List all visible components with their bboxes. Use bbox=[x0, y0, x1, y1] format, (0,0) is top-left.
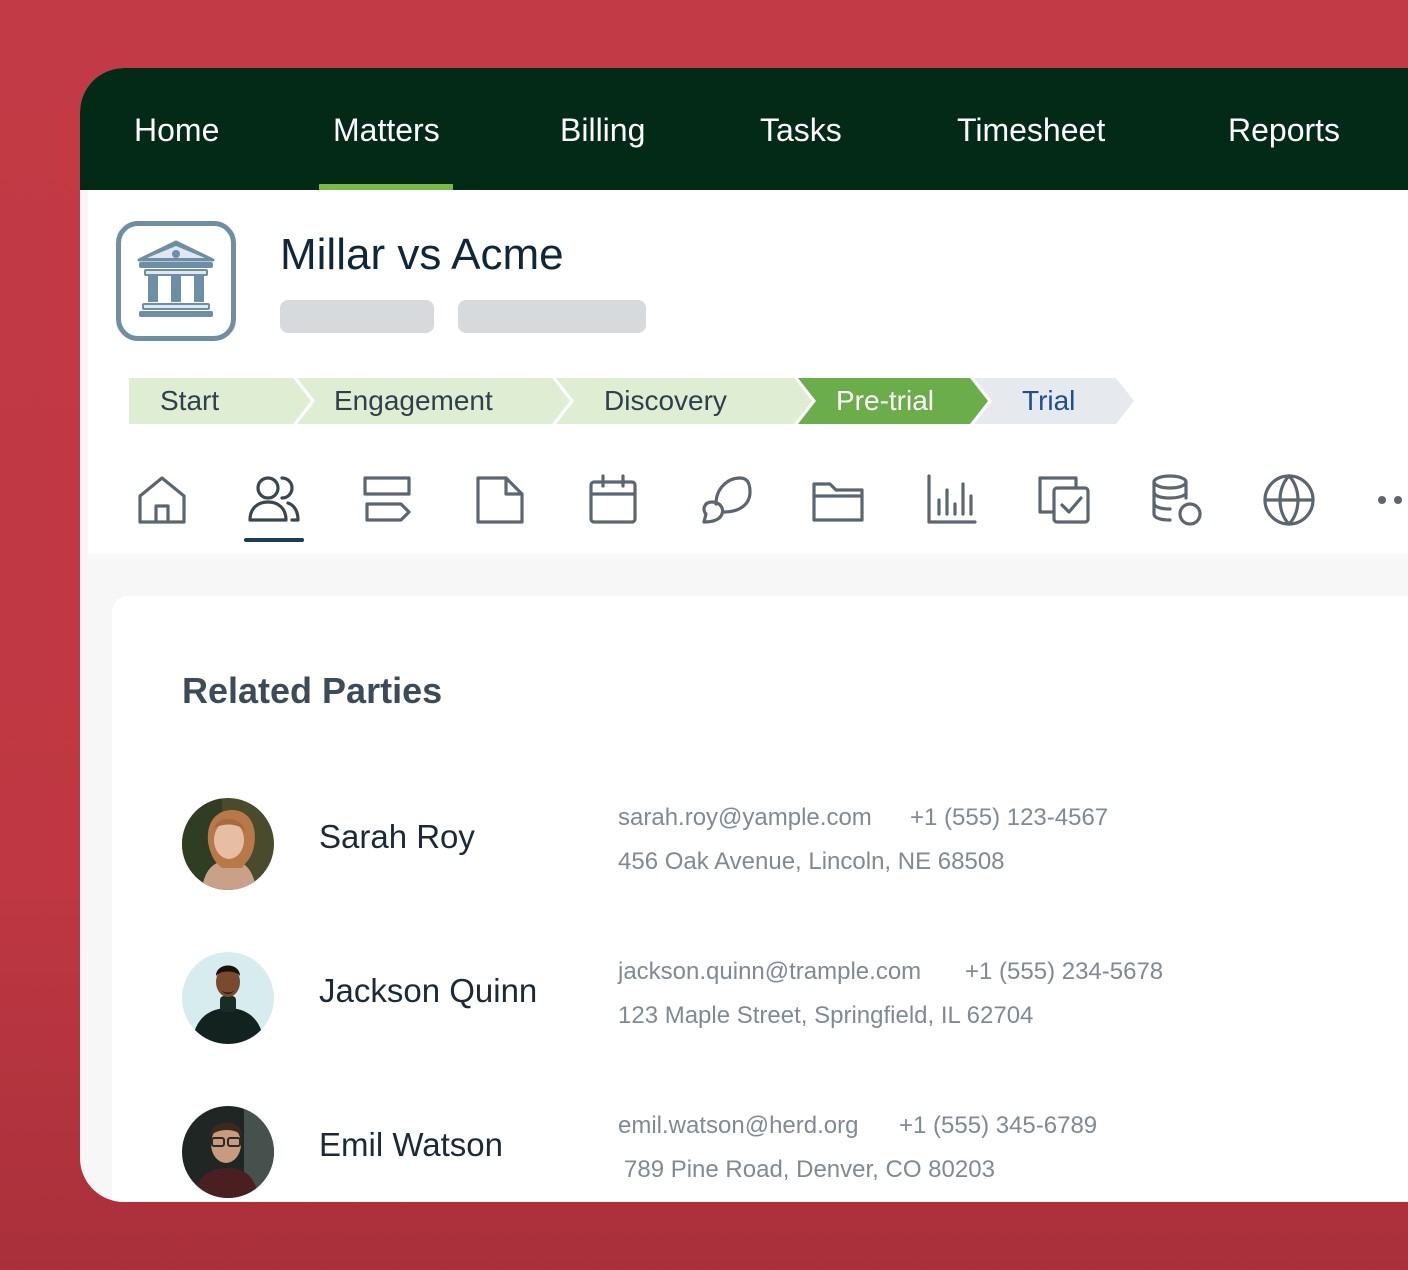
party-row[interactable]: Sarah Roy sarah.roy@yample.com +1 (555) … bbox=[182, 798, 1382, 894]
party-phone[interactable]: +1 (555) 345-6789 bbox=[899, 1112, 1097, 1140]
app-window: Home Matters Billing Tasks Timesheet Rep… bbox=[80, 68, 1408, 1202]
document-icon bbox=[476, 476, 524, 524]
stage-pipeline: Start Engagement Discovery Pre-trial Tri… bbox=[129, 378, 1139, 424]
stage-pre-trial[interactable]: Pre-trial bbox=[798, 378, 988, 424]
related-parties-card: Related Parties Sarah Roy sarah.roy@yamp… bbox=[112, 596, 1408, 1202]
stage-trial[interactable]: Trial bbox=[974, 378, 1134, 424]
globe-icon bbox=[1263, 474, 1315, 526]
party-address: 789 Pine Road, Denver, CO 80203 bbox=[624, 1156, 995, 1183]
party-name: Jackson Quinn bbox=[319, 972, 538, 1009]
party-email[interactable]: sarah.roy@yample.com bbox=[618, 804, 872, 832]
tool-people[interactable] bbox=[244, 470, 304, 542]
tool-coins[interactable] bbox=[1146, 470, 1206, 530]
avatar bbox=[182, 1106, 274, 1198]
calendar-icon bbox=[589, 474, 637, 524]
folder-icon bbox=[812, 482, 864, 522]
stage-engagement[interactable]: Engagement bbox=[297, 378, 570, 424]
tool-folder[interactable] bbox=[808, 470, 868, 530]
placeholder-tag bbox=[280, 300, 434, 333]
tool-document[interactable] bbox=[470, 470, 530, 530]
bar-chart-icon bbox=[927, 474, 977, 524]
stage-label: Engagement bbox=[334, 385, 493, 416]
coins-icon bbox=[1152, 474, 1202, 526]
courthouse-icon bbox=[137, 240, 215, 317]
party-name: Sarah Roy bbox=[319, 818, 475, 855]
party-address: 456 Oak Avenue, Lincoln, NE 68508 bbox=[618, 848, 1005, 875]
party-row[interactable]: Jackson Quinn jackson.quinn@trample.com … bbox=[182, 952, 1382, 1048]
tool-home[interactable] bbox=[132, 470, 192, 530]
matter-header: Millar vs Acme Start Engagement Discover… bbox=[88, 190, 1408, 554]
tool-copy-check[interactable] bbox=[1034, 470, 1094, 530]
section-title: Related Parties bbox=[182, 670, 443, 711]
tool-calendar[interactable] bbox=[583, 470, 643, 530]
stage-label: Pre-trial bbox=[836, 385, 935, 416]
signpost-icon bbox=[363, 476, 411, 522]
placeholder-tag bbox=[458, 300, 646, 333]
stage-discovery[interactable]: Discovery bbox=[556, 378, 812, 424]
stage-label: Start bbox=[160, 385, 220, 416]
party-phone[interactable]: +1 (555) 234-5678 bbox=[965, 958, 1163, 986]
nav-item-reports[interactable]: Reports bbox=[1228, 68, 1340, 190]
tool-bar-chart[interactable] bbox=[921, 470, 981, 530]
tool-more[interactable] bbox=[1372, 470, 1408, 530]
party-address: 123 Maple Street, Springfield, IL 62704 bbox=[618, 1002, 1034, 1029]
party-email[interactable]: emil.watson@herd.org bbox=[618, 1112, 858, 1140]
matter-title: Millar vs Acme bbox=[280, 230, 564, 279]
matter-logo bbox=[116, 221, 236, 341]
stage-start[interactable]: Start bbox=[129, 378, 311, 424]
avatar bbox=[182, 952, 274, 1044]
tool-chat[interactable] bbox=[696, 470, 756, 530]
nav-item-home[interactable]: Home bbox=[134, 68, 219, 190]
more-icon bbox=[1378, 496, 1402, 504]
module-toolbar bbox=[88, 460, 1408, 554]
nav-item-tasks[interactable]: Tasks bbox=[760, 68, 842, 190]
avatar bbox=[182, 798, 274, 890]
party-email[interactable]: jackson.quinn@trample.com bbox=[618, 958, 921, 986]
stage-label: Trial bbox=[1022, 385, 1076, 416]
party-row[interactable]: Emil Watson emil.watson@herd.org +1 (555… bbox=[182, 1106, 1382, 1202]
tool-globe[interactable] bbox=[1259, 470, 1319, 530]
top-navigation: Home Matters Billing Tasks Timesheet Rep… bbox=[80, 68, 1408, 190]
stage-label: Discovery bbox=[604, 385, 727, 416]
tool-signpost[interactable] bbox=[357, 470, 417, 530]
nav-item-timesheet[interactable]: Timesheet bbox=[957, 68, 1105, 190]
nav-item-matters[interactable]: Matters bbox=[319, 68, 453, 190]
party-name: Emil Watson bbox=[319, 1126, 503, 1163]
nav-item-billing[interactable]: Billing bbox=[560, 68, 645, 190]
home-icon bbox=[138, 476, 186, 524]
party-phone[interactable]: +1 (555) 123-4567 bbox=[910, 804, 1108, 832]
chat-icon bbox=[702, 476, 752, 524]
copy-check-icon bbox=[1038, 476, 1090, 524]
people-icon bbox=[248, 476, 300, 522]
